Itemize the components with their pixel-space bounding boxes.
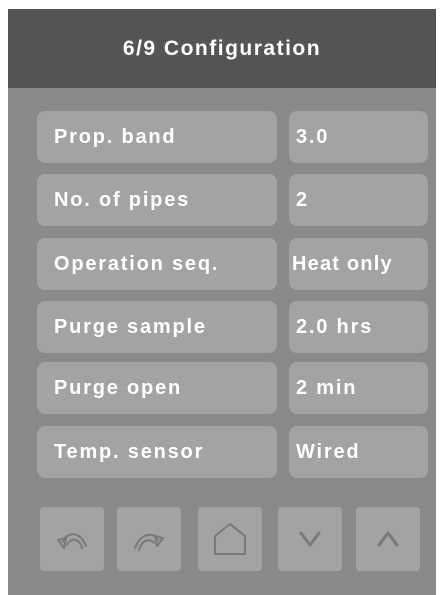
setting-label-no-of-pipes[interactable]: No. of pipes	[37, 174, 277, 226]
chevron-up-icon	[377, 531, 399, 547]
scroll-up-button[interactable]	[356, 507, 420, 571]
setting-value-text: Heat only	[292, 252, 393, 275]
setting-value-text: 3.0	[296, 125, 330, 148]
home-icon	[214, 523, 246, 555]
setting-label-text: Operation seq.	[54, 252, 220, 275]
setting-value-purge-open[interactable]: 2 min	[289, 362, 428, 414]
setting-value-text: 2	[296, 188, 309, 211]
setting-label-operation-seq[interactable]: Operation seq.	[37, 238, 277, 290]
setting-value-text: Wired	[296, 440, 361, 463]
setting-label-temp-sensor[interactable]: Temp. sensor	[37, 426, 277, 478]
page-title: 6/9 Configuration	[122, 36, 322, 60]
setting-value-no-of-pipes[interactable]: 2	[289, 174, 428, 226]
device-screen: 6/9 Configuration Prop. band 3.0 No. of …	[8, 9, 436, 595]
home-button[interactable]	[198, 507, 262, 571]
setting-label-purge-sample[interactable]: Purge sample	[37, 301, 277, 353]
setting-value-operation-seq[interactable]: Heat only	[289, 238, 428, 290]
setting-label-text: No. of pipes	[54, 188, 191, 211]
setting-label-text: Temp. sensor	[54, 440, 205, 463]
chevron-down-icon	[299, 531, 321, 547]
header-bar: 6/9 Configuration	[8, 9, 436, 88]
setting-label-text: Purge open	[54, 376, 183, 399]
setting-label-purge-open[interactable]: Purge open	[37, 362, 277, 414]
setting-label-prop-band[interactable]: Prop. band	[37, 111, 277, 163]
redo-button[interactable]	[117, 507, 181, 571]
undo-button[interactable]	[40, 507, 104, 571]
setting-value-text: 2.0 hrs	[296, 315, 374, 338]
setting-label-text: Purge sample	[54, 315, 207, 338]
setting-value-prop-band[interactable]: 3.0	[289, 111, 428, 163]
setting-value-purge-sample[interactable]: 2.0 hrs	[289, 301, 428, 353]
undo-arrow-icon	[57, 533, 87, 549]
setting-label-text: Prop. band	[54, 125, 177, 148]
redo-arrow-icon	[134, 533, 164, 551]
setting-value-temp-sensor[interactable]: Wired	[289, 426, 428, 478]
setting-value-text: 2 min	[296, 376, 358, 399]
scroll-down-button[interactable]	[278, 507, 342, 571]
